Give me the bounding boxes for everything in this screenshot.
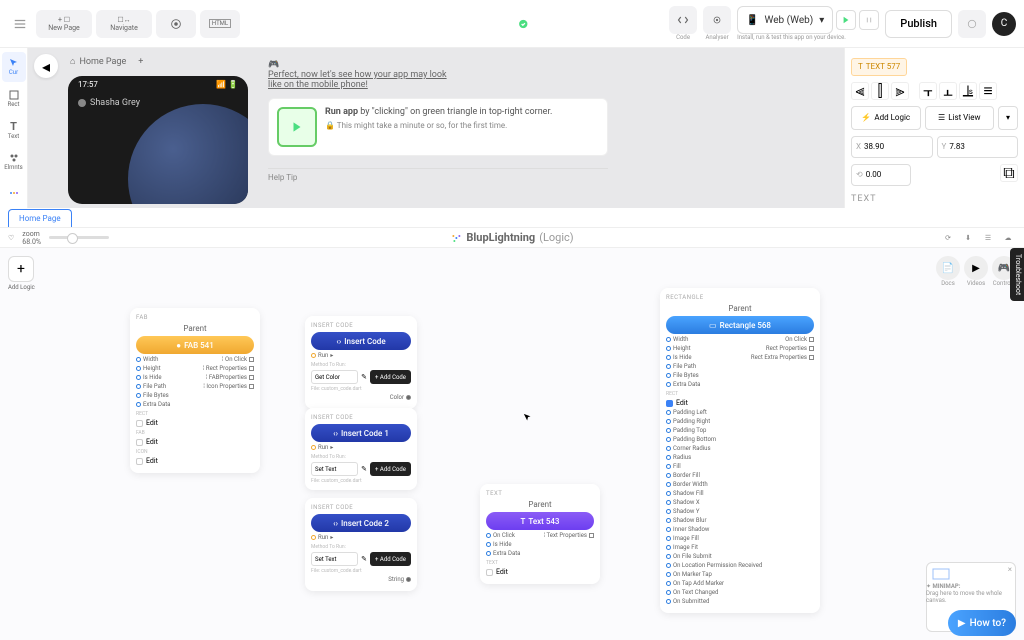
lightning-title: BlupLightning (Logic): [450, 231, 573, 244]
align-left[interactable]: ⫷: [851, 82, 869, 100]
cursor-tool[interactable]: Cur: [2, 52, 26, 82]
add-page-button[interactable]: +: [138, 57, 143, 67]
text-tool[interactable]: TText: [2, 115, 26, 145]
insert-code-node-1[interactable]: INSERT CODE ‹›Insert Code Run ▸ Method T…: [305, 316, 417, 409]
howto-button[interactable]: ▶ How to?: [948, 610, 1016, 636]
pause-button[interactable]: [859, 10, 879, 30]
align-center-h[interactable]: ⫿: [871, 82, 889, 100]
analyser-button[interactable]: [703, 6, 731, 34]
insert-code-node-2[interactable]: INSERT CODE ‹›Insert Code 1 Run ▸ Method…: [305, 408, 417, 490]
text-node[interactable]: TEXT Parent TText 543 On Click⁞ Text Pro…: [480, 484, 600, 584]
align-bottom[interactable]: ⫡: [959, 82, 977, 100]
x-input[interactable]: X38.90: [851, 136, 933, 158]
fab-node[interactable]: FAB Parent ●FAB 541 Width⁞ On Click Heig…: [130, 308, 260, 473]
y-input[interactable]: Y7.83: [937, 136, 1019, 158]
phone-preview: 17:57📶 🔋 Shasha Grey: [68, 76, 248, 204]
tab-row: Home Page: [0, 208, 1024, 228]
help-panel: 🎮 Perfect, now let's see how your app ma…: [268, 60, 608, 182]
download-icon[interactable]: ⬇: [960, 230, 976, 246]
home-icon: ⌂: [70, 56, 75, 67]
videos-button-2[interactable]: ▶: [964, 256, 988, 280]
properties-panel: T TEXT 577 ⫷ ⫿ ⫸ ⫟ ⫠ ⫡ ≡ ⚡ Add Logic ☰ L…: [844, 48, 1024, 208]
navigate-button[interactable]: ☐↔Navigate: [96, 10, 152, 38]
rotation-input[interactable]: ⟲0.00: [851, 164, 911, 186]
code-button[interactable]: [669, 6, 697, 34]
rect-tool[interactable]: Rect: [2, 84, 26, 114]
more-props-button[interactable]: ▾: [998, 106, 1018, 130]
elements-tool[interactable]: Elmnts: [2, 147, 26, 177]
docs-button-2[interactable]: 📄: [936, 256, 960, 280]
device-select[interactable]: 📱Web (Web)▾: [737, 6, 833, 34]
brand-title: xyz: [495, 16, 528, 31]
add-logic-node-button[interactable]: +: [8, 256, 34, 282]
minimap-close[interactable]: ×: [1008, 565, 1012, 574]
list-view-button[interactable]: ☰ List View: [925, 106, 995, 130]
add-logic-button[interactable]: ⚡ Add Logic: [851, 106, 921, 130]
align-center-v[interactable]: ⫠: [939, 82, 957, 100]
troubleshoot-button[interactable]: Troubleshoot: [1010, 248, 1024, 301]
publish-button[interactable]: Publish: [885, 10, 952, 38]
rectangle-node[interactable]: RECTANGLE Parent ▭Rectangle 568 WidthOn …: [660, 288, 820, 613]
refresh-icon[interactable]: ⟳: [940, 230, 956, 246]
distribute[interactable]: ≡: [979, 82, 997, 100]
zoom-bar: ♡ zoom68.0% BlupLightning (Logic) ⟳ ⬇ ☰ …: [0, 228, 1024, 248]
run-thumbnail: [277, 107, 317, 147]
filter-icon[interactable]: ☰: [980, 230, 996, 246]
avatar[interactable]: C: [992, 12, 1016, 36]
breadcrumb: ⌂ Home Page +: [70, 56, 143, 67]
zoom-slider[interactable]: [49, 236, 109, 239]
align-right[interactable]: ⫸: [891, 82, 909, 100]
collapse-button[interactable]: ◂: [34, 54, 58, 78]
html-button[interactable]: HTML: [200, 10, 240, 38]
cloud-icon[interactable]: ☁: [1000, 230, 1016, 246]
text-section-label: TEXT: [851, 194, 1018, 204]
help-intro-link[interactable]: Perfect, now let's see how your app may …: [268, 70, 447, 90]
menu-icon[interactable]: [8, 12, 32, 36]
align-top[interactable]: ⫟: [919, 82, 937, 100]
run-button[interactable]: [836, 10, 856, 30]
more-tool[interactable]: [2, 178, 26, 208]
left-toolbar: Cur Rect TText Elmnts: [0, 48, 28, 208]
new-page-button[interactable]: + ☐New Page: [36, 10, 92, 38]
settings-button[interactable]: [958, 10, 986, 38]
insert-code-node-3[interactable]: INSERT CODE ‹›Insert Code 2 Run ▸ Method…: [305, 498, 417, 591]
minimap-hint: ✦ MINIMAP:Drag here to move the whole ca…: [926, 583, 1016, 604]
copy-props-button[interactable]: ⧉: [1000, 164, 1018, 182]
text-chip[interactable]: T TEXT 577: [851, 58, 907, 76]
tab-home[interactable]: Home Page: [8, 209, 72, 227]
cursor-icon: [523, 413, 533, 423]
logic-canvas[interactable]: + Add Logic 📄Docs ▶Videos 🎮Controls FAB …: [0, 248, 1024, 640]
eye-button[interactable]: [156, 10, 196, 38]
